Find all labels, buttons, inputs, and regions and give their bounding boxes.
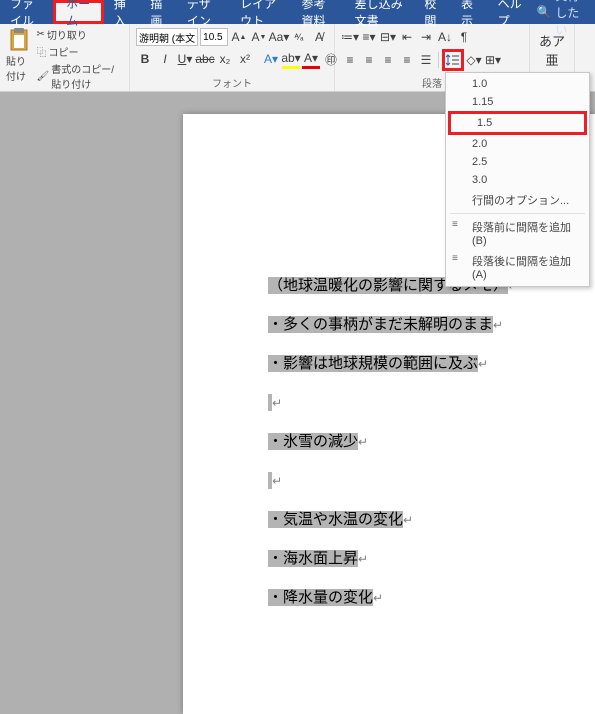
doc-line[interactable]: ↵ (268, 383, 518, 422)
decrease-indent-button[interactable]: ⇤ (398, 27, 416, 47)
align-center-button[interactable]: ≡ (360, 50, 378, 70)
spacing-3-0[interactable]: 3.0 (446, 171, 589, 189)
para-mark-icon: ↵ (358, 435, 368, 449)
cut-label: 切り取り (47, 27, 87, 42)
add-space-before[interactable]: ≡段落前に間隔を追加(B) (446, 216, 589, 250)
spacing-options[interactable]: 行間のオプション... (446, 189, 589, 211)
tab-view[interactable]: 表示 (451, 0, 488, 24)
distribute-button[interactable]: ☰ (417, 50, 435, 70)
format-painter-button[interactable]: 🖌書式のコピー/貼り付け (37, 61, 124, 91)
copy-icon: ⿻ (37, 44, 47, 59)
bold-button[interactable]: B (136, 49, 154, 69)
para-mark-icon: ↵ (373, 591, 383, 605)
paste-label: 貼り付け (6, 53, 33, 83)
superscript-button[interactable]: x² (236, 49, 254, 69)
tab-mailings[interactable]: 差し込み文書 (345, 0, 415, 24)
font-name-select[interactable]: 游明朝 (本文 (136, 28, 198, 46)
tab-review[interactable]: 校閲 (414, 0, 451, 24)
dropdown-separator (450, 213, 585, 214)
para-mark-icon: ↵ (272, 396, 282, 410)
sort-button[interactable]: A↓ (436, 27, 454, 47)
font-size-select[interactable]: 10.5 (200, 28, 228, 46)
para-mark-icon: ↵ (478, 357, 488, 371)
tab-help[interactable]: ヘルプ (488, 0, 533, 24)
doc-line[interactable]: ・影響は地球規模の範囲に及ぶ↵ (268, 344, 518, 383)
borders-button[interactable]: ⊞▾ (484, 50, 502, 70)
subscript-button[interactable]: x₂ (216, 49, 234, 69)
style-preview: あア亜 (536, 27, 568, 69)
numbering-button[interactable]: ≡▾ (360, 27, 378, 47)
clipboard-icon (8, 27, 30, 53)
increase-indent-button[interactable]: ⇥ (417, 27, 435, 47)
doc-line[interactable]: ↵ (268, 461, 518, 500)
align-right-button[interactable]: ≡ (379, 50, 397, 70)
strikethrough-button[interactable]: abc (196, 49, 214, 69)
separator (438, 52, 439, 68)
spacing-2-0[interactable]: 2.0 (446, 135, 589, 153)
phonetic-guide-button[interactable]: ᴬ⁄ₐ (290, 27, 308, 47)
add-space-after[interactable]: ≡段落後に間隔を追加(A) (446, 250, 589, 284)
doc-line[interactable]: ・氷雪の減少↵ (268, 422, 518, 461)
doc-line[interactable]: ・多くの事柄がまだ未解明のまま↵ (268, 305, 518, 344)
paste-button[interactable]: 貼り付け (6, 27, 33, 91)
underline-button[interactable]: U▾ (176, 49, 194, 69)
line-spacing-icon (446, 53, 460, 67)
copy-label: コピー (49, 44, 79, 59)
line-spacing-button[interactable] (442, 49, 464, 71)
tab-file[interactable]: ファイル (0, 0, 53, 24)
copy-button[interactable]: ⿻コピー (37, 44, 124, 59)
text-effects-button[interactable]: A▾ (262, 49, 280, 69)
para-mark-icon: ↵ (493, 318, 503, 332)
font-color-button[interactable]: A▾ (302, 49, 320, 69)
brush-icon: 🖌 (37, 71, 50, 82)
shading-button[interactable]: ◇▾ (465, 50, 483, 70)
spacing-2-5[interactable]: 2.5 (446, 153, 589, 171)
tab-home[interactable]: ホーム (53, 0, 104, 24)
highlight-button[interactable]: ab▾ (282, 49, 300, 69)
space-before-icon: ≡ (452, 219, 458, 230)
cut-button[interactable]: ✂切り取り (37, 27, 124, 42)
doc-line[interactable]: ・降水量の変化↵ (268, 578, 518, 617)
format-painter-label: 書式のコピー/貼り付け (51, 61, 123, 91)
spacing-1-5[interactable]: 1.5 (448, 111, 587, 135)
tab-layout[interactable]: レイアウト (230, 0, 291, 24)
shrink-font-button[interactable]: A▼ (250, 27, 268, 47)
tab-insert[interactable]: 挿入 (104, 0, 141, 24)
space-after-icon: ≡ (452, 253, 458, 264)
multilevel-button[interactable]: ⊟▾ (379, 27, 397, 47)
clear-formatting-button[interactable]: A̸ (310, 27, 328, 47)
para-mark-icon: ↵ (358, 552, 368, 566)
scissors-icon: ✂ (37, 29, 45, 40)
change-case-button[interactable]: Aa▾ (270, 27, 288, 47)
tab-design[interactable]: デザイン (177, 0, 230, 24)
tab-references[interactable]: 参考資料 (292, 0, 345, 24)
show-marks-button[interactable]: ¶ (455, 27, 473, 47)
para-mark-icon: ↵ (272, 474, 282, 488)
doc-line[interactable]: ・海水面上昇↵ (268, 539, 518, 578)
para-mark-icon: ↵ (403, 513, 413, 527)
font-group-label: フォント (136, 74, 328, 90)
spacing-1-0[interactable]: 1.0 (446, 75, 589, 93)
justify-button[interactable]: ≡ (398, 50, 416, 70)
search-icon: 🔍 (536, 5, 551, 19)
italic-button[interactable]: I (156, 49, 174, 69)
line-spacing-dropdown: 1.0 1.15 1.5 2.0 2.5 3.0 行間のオプション... ≡段落… (445, 72, 590, 287)
spacing-1-15[interactable]: 1.15 (446, 93, 589, 111)
align-left-button[interactable]: ≡ (341, 50, 359, 70)
bullets-button[interactable]: ≔▾ (341, 27, 359, 47)
tab-draw[interactable]: 描画 (140, 0, 177, 24)
doc-line[interactable]: ・気温や水温の変化↵ (268, 500, 518, 539)
grow-font-button[interactable]: A▲ (230, 27, 248, 47)
